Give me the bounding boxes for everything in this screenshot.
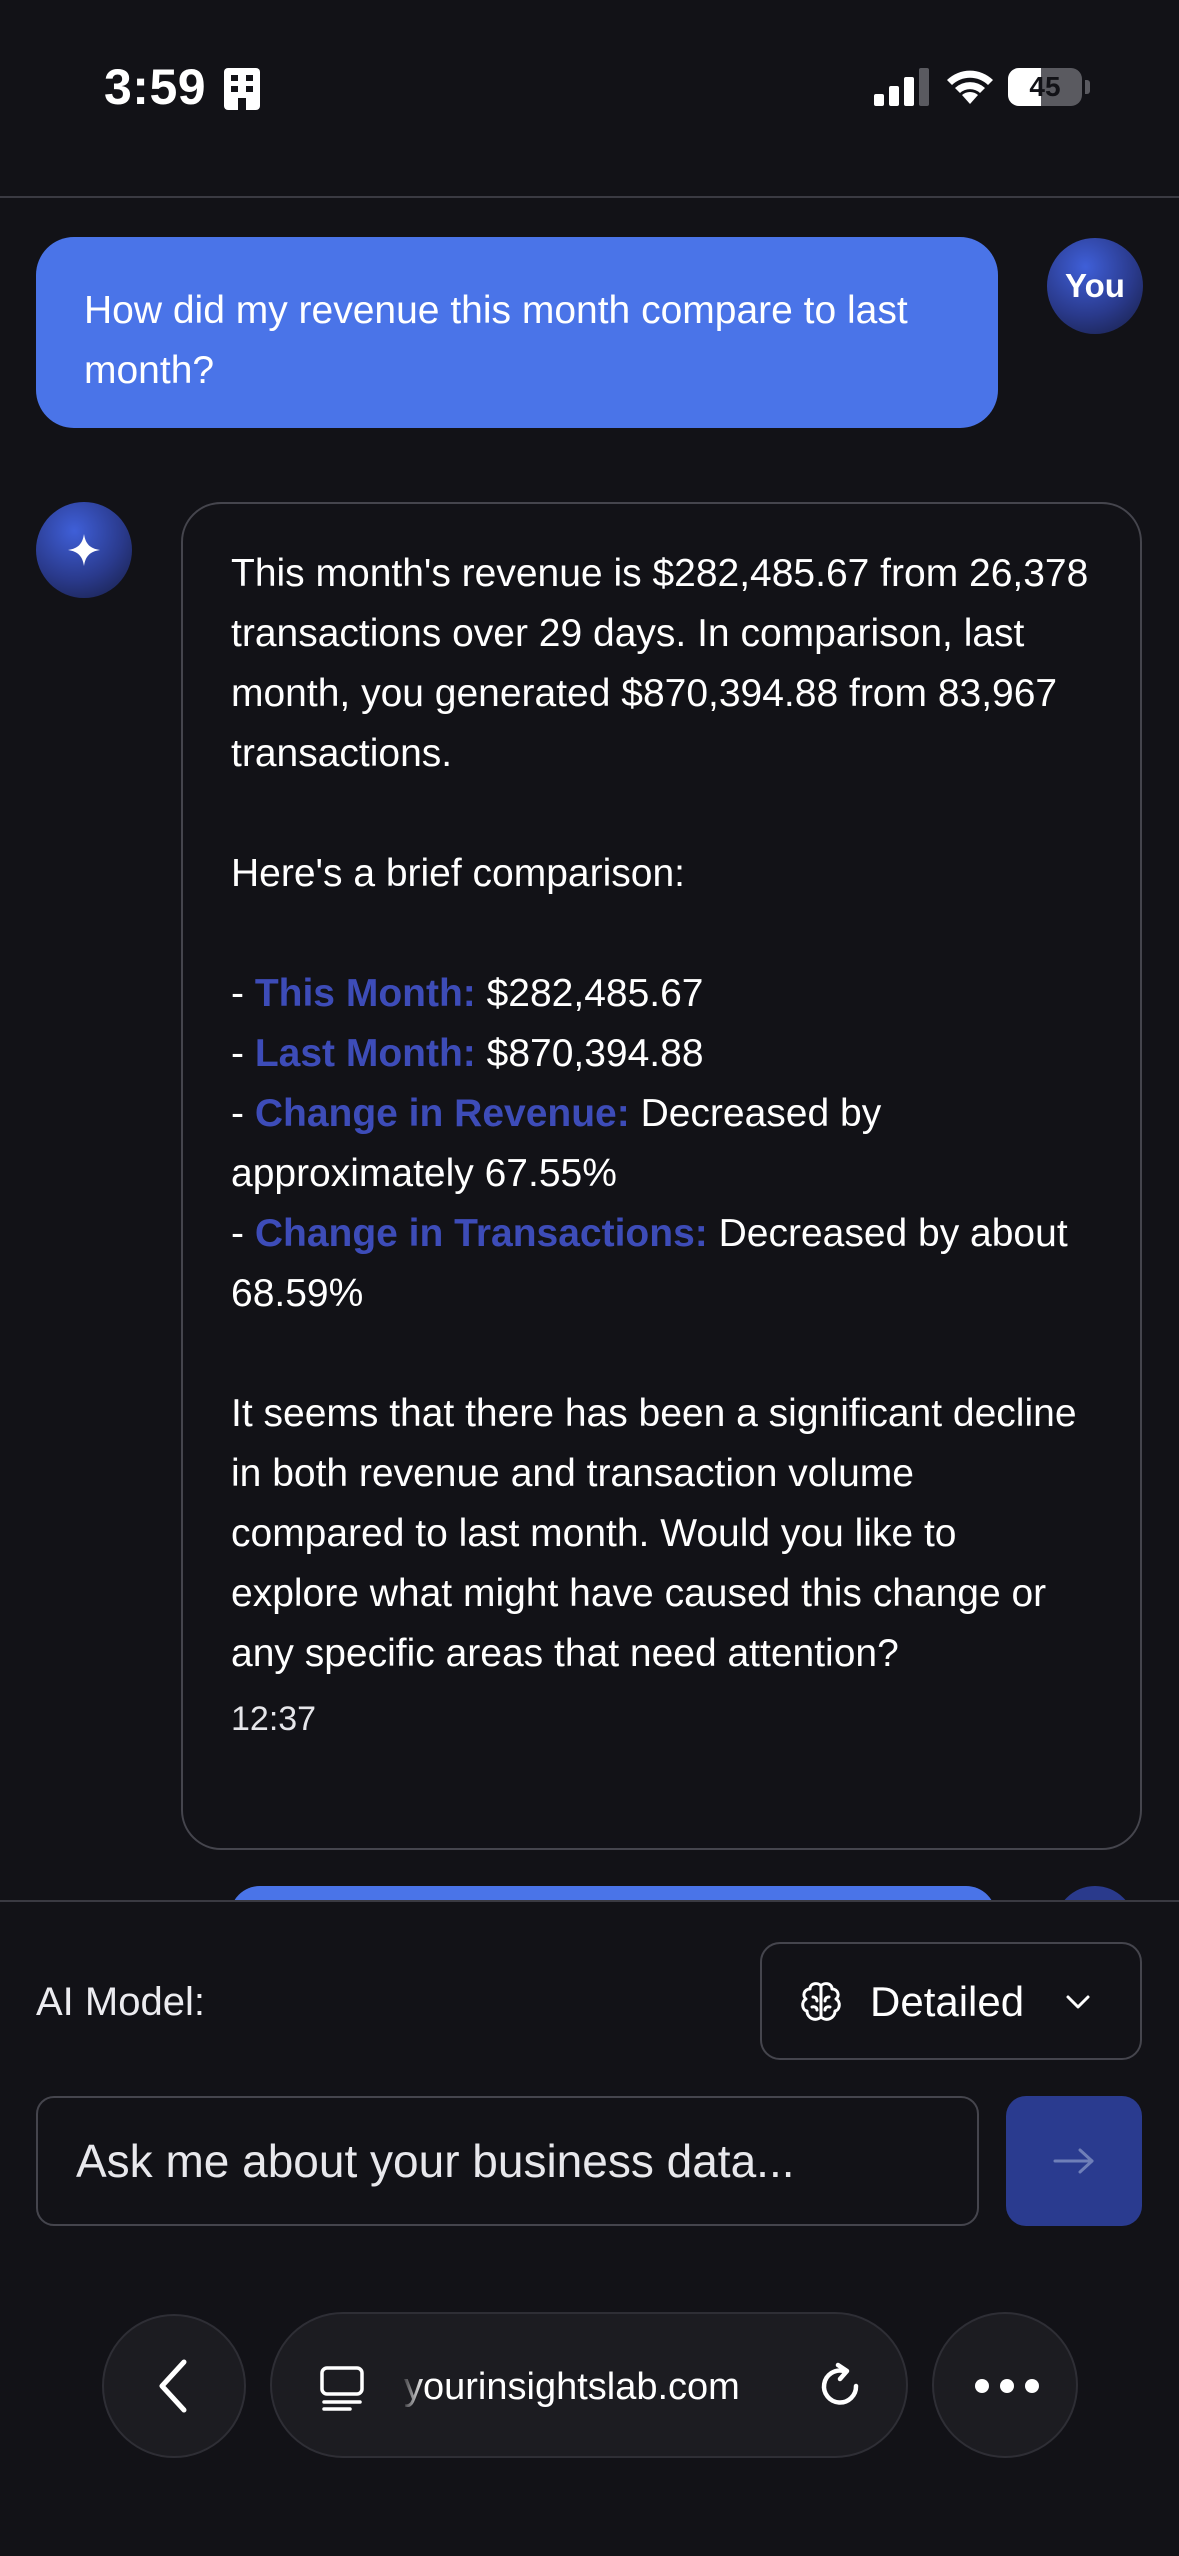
building-icon bbox=[224, 68, 260, 110]
chat-input[interactable]: Ask me about your business data... bbox=[36, 2096, 979, 2226]
status-time: 3:59 bbox=[104, 59, 207, 115]
comparison-item: - Change in Revenue: Decreased by approx… bbox=[231, 1092, 882, 1195]
signal-icon bbox=[874, 68, 929, 106]
user-message-bubble: How did my revenue this month compare to… bbox=[36, 237, 998, 428]
chevron-left-icon bbox=[159, 2359, 187, 2413]
message-timestamp: 12:37 bbox=[231, 1700, 317, 1738]
comparison-value: $870,394.88 bbox=[486, 1032, 704, 1075]
ai-message-bubble: This month's revenue is $282,485.67 from… bbox=[181, 502, 1142, 1850]
chat-thread[interactable]: How did my revenue this month compare to… bbox=[0, 200, 1179, 1900]
sparkle-icon bbox=[68, 534, 100, 566]
url-text[interactable]: yourinsightslab.com bbox=[404, 2358, 794, 2416]
model-label: AI Model: bbox=[36, 1980, 205, 2024]
user-avatar: You bbox=[1047, 238, 1143, 334]
model-value: Detailed bbox=[870, 1978, 1025, 2025]
address-bar[interactable]: yourinsightslab.com bbox=[270, 2312, 908, 2458]
brain-icon bbox=[801, 1982, 841, 2021]
next-user-avatar bbox=[1055, 1886, 1135, 1900]
ai-message-intro: This month's revenue is $282,485.67 from… bbox=[231, 552, 1089, 775]
comparison-label: Change in Transactions: bbox=[254, 1212, 708, 1255]
send-button[interactable] bbox=[1006, 2096, 1142, 2226]
arrow-right-icon bbox=[1053, 2148, 1094, 2174]
comparison-label: Last Month: bbox=[254, 1032, 476, 1075]
comparison-label: Change in Revenue: bbox=[254, 1092, 630, 1135]
tabs-icon[interactable] bbox=[318, 2364, 366, 2412]
wifi-icon bbox=[947, 70, 993, 104]
reload-icon[interactable] bbox=[816, 2362, 866, 2412]
battery-indicator: 45 bbox=[1008, 68, 1090, 106]
ai-message-closing: It seems that there has been a significa… bbox=[231, 1392, 1077, 1675]
user-message-text: How did my revenue this month compare to… bbox=[84, 289, 908, 392]
ai-avatar bbox=[36, 502, 132, 598]
comparison-label: This Month: bbox=[254, 972, 476, 1015]
comparison-item: - This Month: $282,485.67 bbox=[231, 972, 704, 1015]
ai-message-lead: Here's a brief comparison: bbox=[231, 852, 685, 895]
ellipsis-icon bbox=[975, 2379, 1039, 2393]
next-user-message-bubble bbox=[230, 1886, 996, 1900]
browser-back-button[interactable] bbox=[102, 2314, 246, 2458]
chevron-down-icon bbox=[1066, 1995, 1090, 2009]
model-select[interactable]: Detailed bbox=[760, 1942, 1142, 2060]
comparison-item: - Last Month: $870,394.88 bbox=[231, 1032, 704, 1075]
input-panel: AI Model: Detailed Ask me about your bus… bbox=[0, 1900, 1179, 2556]
more-options-button[interactable] bbox=[932, 2312, 1078, 2458]
status-bar: 3:59 45 bbox=[0, 0, 1179, 198]
battery-percent: 45 bbox=[1029, 71, 1061, 102]
comparison-item: - Change in Transactions: Decreased by a… bbox=[231, 1212, 1068, 1315]
app-screen: 3:59 45 How did my revenue this month co… bbox=[0, 0, 1179, 2556]
comparison-value: $282,485.67 bbox=[486, 972, 704, 1015]
